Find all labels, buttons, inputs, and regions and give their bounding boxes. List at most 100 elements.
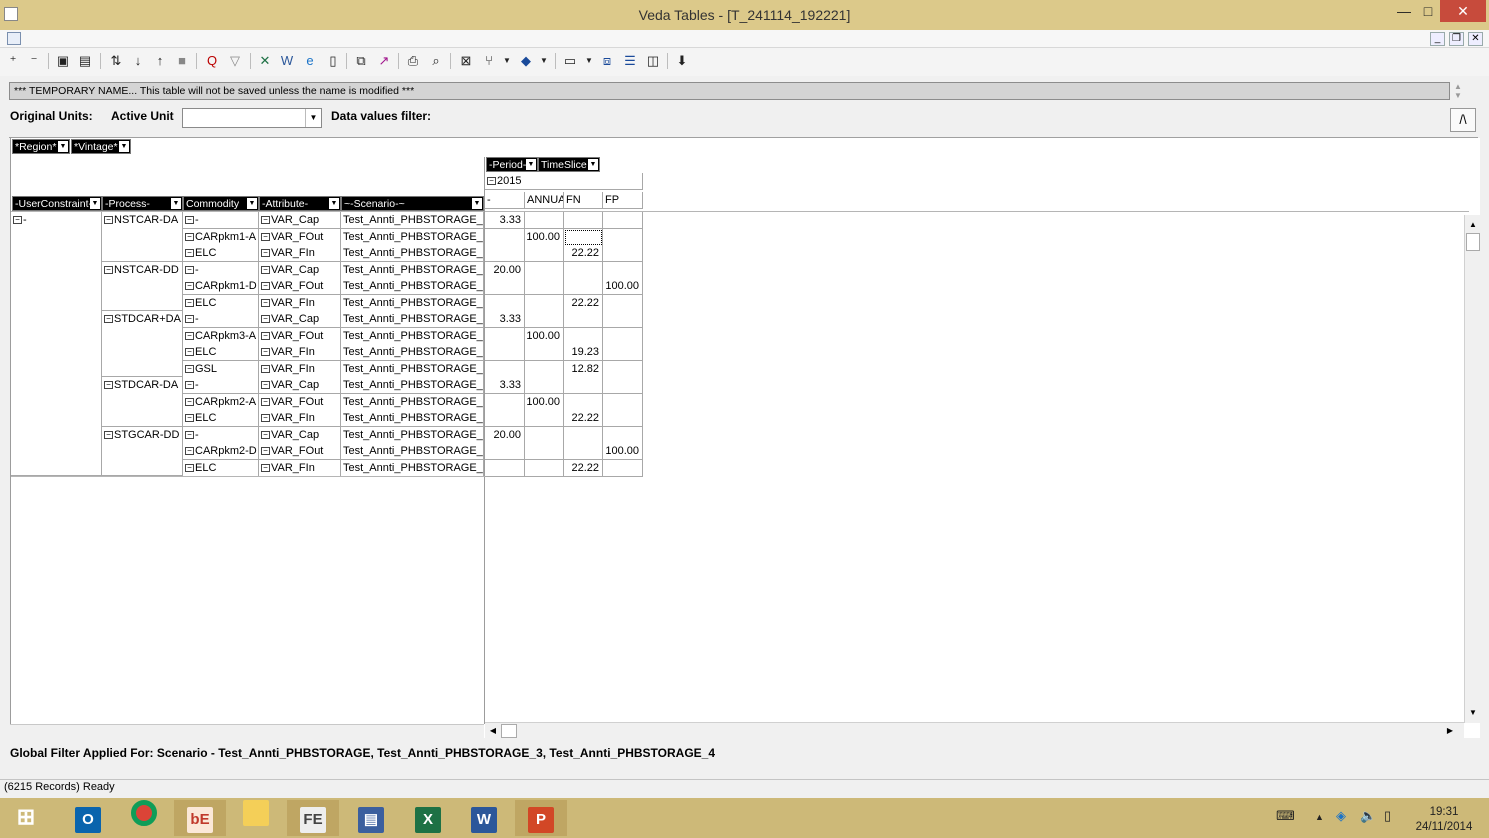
value-cell[interactable]: 3.33 xyxy=(485,377,525,394)
collapse-minus-icon[interactable]: − xyxy=(185,447,194,455)
value-cell[interactable]: 100.00 xyxy=(525,327,564,345)
value-cell[interactable]: 100.00 xyxy=(525,228,564,246)
value-cell[interactable] xyxy=(564,393,603,411)
row-field-button[interactable]: -Process- ▼ xyxy=(102,196,183,211)
value-cell[interactable] xyxy=(485,278,525,295)
row-field-button[interactable]: -Attribute- ▼ xyxy=(259,196,341,211)
value-cell[interactable]: 22.22 xyxy=(564,245,603,262)
export-icon[interactable]: ⬇ xyxy=(673,52,691,70)
document-icon[interactable]: ▯ xyxy=(324,52,342,70)
word-icon[interactable]: W xyxy=(458,800,510,836)
value-cell[interactable] xyxy=(525,410,564,427)
clock[interactable]: 19:31 24/11/2014 xyxy=(1410,805,1478,835)
value-cell[interactable] xyxy=(603,212,643,229)
sort-ascending-icon[interactable]: ↓ xyxy=(129,52,147,70)
row-area-scrollbar[interactable] xyxy=(10,724,484,738)
page-field-button[interactable]: *Region* ▼ xyxy=(12,139,70,154)
value-cell[interactable]: 100.00 xyxy=(525,393,564,411)
collapse-minus-icon[interactable]: − xyxy=(261,447,270,455)
collapse-minus-icon[interactable]: − xyxy=(261,463,270,472)
grid-icon[interactable]: ■ xyxy=(173,52,191,70)
value-cell[interactable] xyxy=(603,410,643,427)
chevron-down-icon[interactable]: ▼ xyxy=(526,159,536,170)
value-cell[interactable] xyxy=(603,261,643,279)
value-cell[interactable] xyxy=(603,228,643,246)
collapse-minus-icon[interactable]: − xyxy=(261,298,270,307)
chart-icon[interactable]: ↗ xyxy=(375,52,393,70)
collapse-minus-icon[interactable]: − xyxy=(104,381,113,389)
value-cell[interactable] xyxy=(564,327,603,345)
collapse-minus-icon[interactable]: − xyxy=(261,348,270,356)
powerpoint-icon[interactable]: P xyxy=(515,800,567,836)
value-cell[interactable] xyxy=(564,228,603,246)
chevron-down-icon[interactable]: ▼ xyxy=(498,52,516,70)
collapse-minus-icon[interactable]: − xyxy=(185,282,194,290)
collapse-minus-icon[interactable]: − xyxy=(185,364,194,373)
pivot-icon[interactable]: ⊠ xyxy=(457,52,475,70)
chevron-down-icon[interactable]: ▼ xyxy=(171,198,181,209)
column-field-button[interactable]: -Period- ▼ xyxy=(486,157,538,172)
vertical-scrollbar[interactable]: ▲ ▼ xyxy=(1464,215,1480,723)
value-cell[interactable] xyxy=(603,311,643,328)
document-icon[interactable] xyxy=(7,32,21,45)
mdi-minimize-button[interactable]: _ xyxy=(1430,32,1445,46)
split-horizontal-icon[interactable]: ⧈ xyxy=(598,52,616,70)
scroll-right-icon[interactable]: ▶ xyxy=(1443,725,1457,737)
sort-icon[interactable]: ⇅ xyxy=(107,52,125,70)
value-cell[interactable] xyxy=(525,459,564,477)
page-field-button[interactable]: *Vintage* ▼ xyxy=(71,139,131,154)
print-icon[interactable]: ⎙ xyxy=(404,52,422,70)
value-cell[interactable] xyxy=(485,344,525,361)
outlook-icon[interactable]: O xyxy=(62,800,114,836)
value-cell[interactable] xyxy=(485,228,525,246)
maximize-button[interactable]: □ xyxy=(1414,0,1442,22)
collapse-minus-icon[interactable]: − xyxy=(261,232,270,241)
app-icon[interactable]: ▤ xyxy=(345,800,397,836)
veda-fe-icon[interactable]: FE xyxy=(287,800,339,836)
chevron-down-icon[interactable]: ▼ xyxy=(305,109,321,127)
collapse-minus-icon[interactable]: − xyxy=(185,249,194,257)
collapse-minus-icon[interactable]: − xyxy=(261,381,270,389)
filter-icon[interactable]: ▽ xyxy=(226,52,244,70)
value-cell[interactable] xyxy=(485,410,525,427)
folder-icon[interactable] xyxy=(230,800,282,836)
value-cell[interactable] xyxy=(485,245,525,262)
value-cell[interactable] xyxy=(525,261,564,279)
tray-expand-icon[interactable]: ▲ xyxy=(1315,812,1324,822)
value-cell[interactable] xyxy=(564,377,603,394)
branch-icon[interactable]: ⑂ xyxy=(480,52,498,70)
layout-icon[interactable]: ▭ xyxy=(561,52,579,70)
add-decimal-icon[interactable]: ⁺ xyxy=(4,52,22,70)
remove-decimal-icon[interactable]: ⁻ xyxy=(25,52,43,70)
chevron-down-icon[interactable]: ▼ xyxy=(58,141,68,152)
collapse-minus-icon[interactable]: − xyxy=(185,463,194,472)
chevron-down-icon[interactable]: ▼ xyxy=(580,52,598,70)
scroll-thumb[interactable] xyxy=(501,724,517,738)
value-cell[interactable] xyxy=(485,294,525,312)
mdi-restore-button[interactable]: ❐ xyxy=(1449,32,1464,46)
value-cell[interactable] xyxy=(564,261,603,279)
windows-icon[interactable]: ⊞ xyxy=(0,800,52,836)
collapse-minus-icon[interactable]: − xyxy=(261,430,270,439)
collapse-minus-icon[interactable]: − xyxy=(104,315,113,323)
value-cell[interactable]: 100.00 xyxy=(603,443,643,460)
value-cell[interactable]: 20.00 xyxy=(485,426,525,444)
copy-icon[interactable]: ⧉ xyxy=(352,52,370,70)
active-unit-select[interactable]: ▼ xyxy=(182,108,322,128)
scroll-thumb[interactable] xyxy=(1466,233,1480,251)
collapse-minus-icon[interactable]: − xyxy=(104,265,113,274)
value-cell[interactable] xyxy=(525,311,564,328)
value-cell[interactable] xyxy=(603,327,643,345)
banner-scroll-icon[interactable]: ▲ ▼ xyxy=(1452,82,1464,102)
collapse-minus-icon[interactable]: − xyxy=(261,265,270,274)
battery-icon[interactable]: ▯ xyxy=(1384,808,1391,824)
value-cell[interactable] xyxy=(485,443,525,460)
value-cell[interactable] xyxy=(525,294,564,312)
value-cell[interactable] xyxy=(485,327,525,345)
collapse-minus-icon[interactable]: − xyxy=(261,331,270,340)
save-all-icon[interactable]: ▤ xyxy=(76,52,94,70)
chevron-down-icon[interactable]: ▼ xyxy=(535,52,553,70)
chrome-icon[interactable] xyxy=(118,800,170,836)
value-cell[interactable]: 19.23 xyxy=(564,344,603,361)
chevron-down-icon[interactable]: ▼ xyxy=(472,198,482,209)
